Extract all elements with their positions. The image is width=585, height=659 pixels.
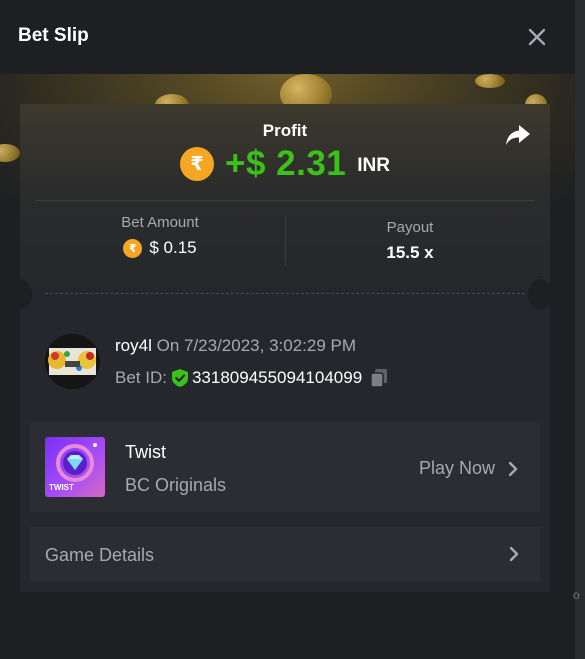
game-provider: BC Originals <box>125 475 227 495</box>
bet-date: On 7/23/2023, 3:02:29 PM <box>156 336 357 355</box>
bet-id-line: Bet ID: 3318094550941040​99 <box>115 368 388 388</box>
game-details-row[interactable]: Game Details <box>30 527 540 582</box>
ticket-notch-left <box>8 279 32 309</box>
profit-amount: +$ 2.31 <box>225 144 347 183</box>
bet-card: Profit ₹ +$ 2.31 INR Bet Amount ₹ $ 0.15… <box>8 104 552 592</box>
bet-amount-value: $ 0.15 <box>149 238 197 257</box>
play-now-button[interactable]: Play Now <box>419 458 519 479</box>
bet-slip-modal: Bet Slip Profit ₹ +$ 2.31 INR Bet Amount… <box>0 0 575 659</box>
game-details-label: Game Details <box>45 545 155 565</box>
background-page-edge <box>575 0 585 659</box>
game-thumbnail: TWIST <box>45 437 105 497</box>
game-row[interactable]: TWIST Twist BC Originals Play Now <box>30 422 540 512</box>
bet-id-value: 3318094550941040​99 <box>191 368 363 387</box>
username[interactable]: roy4l <box>115 336 152 355</box>
rupee-coin-icon: ₹ <box>180 147 214 181</box>
chevron-right-icon <box>509 546 519 562</box>
bet-amount-stat: Bet Amount ₹ $ 0.15 <box>35 214 285 258</box>
profit-currency: INR <box>357 155 390 176</box>
avatar-image <box>45 334 100 389</box>
close-icon[interactable] <box>524 24 550 50</box>
modal-header: Bet Slip <box>0 0 575 74</box>
payout-label: Payout <box>386 219 434 236</box>
share-icon[interactable] <box>504 122 532 148</box>
coin-decoration <box>475 74 505 88</box>
play-now-label: Play Now <box>419 458 496 478</box>
verified-shield-icon <box>171 369 188 387</box>
payout-value: 15.5 x <box>386 243 434 262</box>
bet-amount-value-row: ₹ $ 0.15 <box>35 238 285 258</box>
user-line: roy4l On 7/23/2023, 3:02:29 PM <box>115 336 356 356</box>
profit-label: Profit <box>262 121 308 140</box>
profit-row: ₹ +$ 2.31 INR <box>180 144 390 184</box>
coin-decoration <box>0 144 20 162</box>
dashed-separator <box>45 293 525 294</box>
copy-icon[interactable] <box>370 368 388 388</box>
bet-amount-label: Bet Amount <box>121 214 199 231</box>
chevron-right-icon <box>508 461 518 476</box>
bet-id-label: Bet ID: <box>115 368 167 387</box>
modal-title: Bet Slip <box>18 25 89 46</box>
ticket-notch-right <box>528 279 552 309</box>
payout-stat: Payout 15.5 x <box>285 214 535 263</box>
avatar[interactable] <box>45 334 100 389</box>
game-thumb-label: TWIST <box>49 483 74 492</box>
game-name: Twist <box>125 442 167 462</box>
rupee-coin-icon: ₹ <box>123 238 143 258</box>
divider <box>35 200 535 201</box>
background-page-text: o <box>573 588 580 602</box>
